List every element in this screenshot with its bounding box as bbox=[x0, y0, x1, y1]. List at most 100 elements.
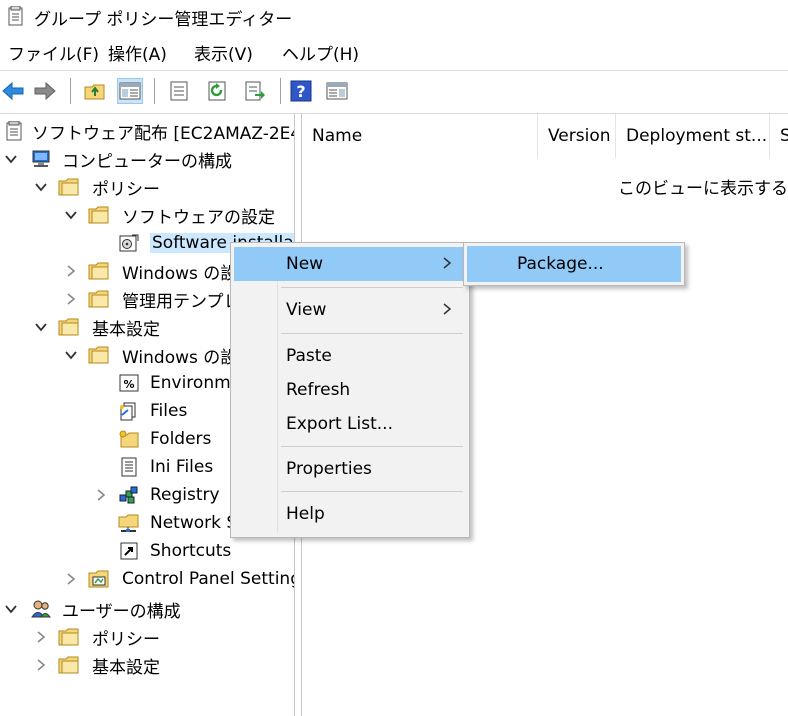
users-icon bbox=[31, 600, 51, 618]
title-bar: グループ ポリシー管理エディター bbox=[0, 0, 788, 34]
chevron-down-icon[interactable] bbox=[4, 602, 18, 616]
ini-files-icon bbox=[121, 457, 137, 477]
menu-item-label: View bbox=[286, 300, 327, 320]
folder-icon bbox=[58, 656, 79, 674]
toolbar-separator bbox=[154, 78, 155, 104]
menu-bar: ファイル(F) 操作(A) 表示(V) ヘルプ(H) bbox=[0, 36, 788, 66]
menu-item-properties[interactable]: Properties bbox=[234, 452, 466, 486]
menu-separator bbox=[281, 446, 463, 447]
refresh-button[interactable] bbox=[204, 78, 230, 104]
toolbar-separator bbox=[280, 78, 281, 104]
submenu-new: Package... bbox=[463, 242, 685, 286]
menu-separator bbox=[281, 333, 463, 334]
tree-node-user-preferences[interactable]: 基本設定 bbox=[0, 652, 294, 678]
folder-icon bbox=[58, 178, 79, 196]
tree-label: Ini Files bbox=[150, 457, 214, 477]
menu-item-label: New bbox=[286, 254, 324, 274]
action-pane-icon bbox=[326, 82, 348, 100]
chevron-down-icon[interactable] bbox=[64, 348, 78, 362]
help-button[interactable]: ? bbox=[288, 78, 314, 104]
tree-node-computer-config[interactable]: コンピューターの構成 bbox=[0, 146, 294, 172]
menu-item-refresh[interactable]: Refresh bbox=[234, 373, 466, 407]
forward-button[interactable] bbox=[32, 78, 58, 104]
menu-help[interactable]: ヘルプ(H) bbox=[282, 40, 359, 65]
chevron-right-icon[interactable] bbox=[34, 630, 48, 644]
column-header-version[interactable]: Version bbox=[538, 114, 616, 158]
tree-label: コンピューターの構成 bbox=[62, 151, 232, 172]
menu-separator bbox=[281, 491, 463, 492]
properties-button[interactable] bbox=[166, 78, 192, 104]
control-panel-icon bbox=[88, 570, 109, 588]
environment-icon: % bbox=[119, 374, 139, 392]
chevron-right-icon[interactable] bbox=[64, 292, 78, 306]
tree-label: ポリシー bbox=[92, 629, 160, 650]
properties-icon bbox=[170, 81, 188, 101]
folder-icon bbox=[58, 318, 79, 336]
chevron-right-icon[interactable] bbox=[64, 572, 78, 586]
tree-label: 基本設定 bbox=[92, 319, 160, 340]
menu-item-label: Package... bbox=[517, 254, 604, 274]
network-shares-icon bbox=[118, 514, 139, 532]
menu-item-view[interactable]: View bbox=[234, 293, 466, 327]
folder-icon bbox=[88, 346, 109, 364]
export-list-icon bbox=[245, 81, 265, 101]
help-icon: ? bbox=[290, 80, 312, 102]
show-hide-tree-button[interactable] bbox=[117, 78, 143, 104]
tree-label: ソフトウェアの設定 bbox=[122, 207, 275, 228]
up-folder-button[interactable] bbox=[82, 78, 108, 104]
menu-separator bbox=[281, 287, 463, 288]
tree-node-software-settings[interactable]: ソフトウェアの設定 bbox=[0, 202, 294, 228]
tree-label: Files bbox=[150, 401, 188, 421]
chevron-right-icon[interactable] bbox=[34, 658, 48, 672]
computer-icon bbox=[32, 150, 50, 167]
tree-node-user-config[interactable]: ユーザーの構成 bbox=[0, 596, 294, 622]
menu-item-package[interactable]: Package... bbox=[467, 246, 681, 282]
tree-label: Control Panel Settings bbox=[122, 569, 294, 589]
menu-item-label: Properties bbox=[286, 459, 372, 479]
action-pane-button[interactable] bbox=[324, 78, 350, 104]
tree-node-control-panel[interactable]: Control Panel Settings bbox=[0, 566, 294, 592]
chevron-down-icon[interactable] bbox=[34, 180, 48, 194]
tree-label: Shortcuts bbox=[150, 541, 232, 561]
menu-item-label: Paste bbox=[286, 346, 332, 366]
chevron-right-icon[interactable] bbox=[64, 264, 78, 278]
tree-label: ソフトウェア配布 [EC2AMAZ-2E4S0 bbox=[32, 123, 294, 144]
software-installation-icon bbox=[119, 234, 139, 252]
menu-item-label: Help bbox=[286, 504, 325, 524]
tree-node-root[interactable]: ソフトウェア配布 [EC2AMAZ-2E4S0 bbox=[0, 118, 294, 144]
menu-view[interactable]: 表示(V) bbox=[194, 40, 253, 65]
folder-icon bbox=[88, 290, 109, 308]
menu-file[interactable]: ファイル(F) bbox=[8, 40, 99, 65]
menu-action[interactable]: 操作(A) bbox=[108, 40, 167, 65]
chevron-down-icon[interactable] bbox=[64, 208, 78, 222]
folder-icon bbox=[58, 628, 79, 646]
context-menu: New View Paste Refresh Export List... Pr… bbox=[230, 242, 470, 538]
chevron-down-icon[interactable] bbox=[4, 152, 18, 166]
files-icon bbox=[120, 402, 136, 421]
svg-text:%: % bbox=[123, 378, 134, 391]
toolbar-separator bbox=[70, 78, 71, 104]
menu-item-paste[interactable]: Paste bbox=[234, 339, 466, 373]
menu-item-help[interactable]: Help bbox=[234, 497, 466, 531]
tree-node-shortcuts[interactable]: Shortcuts bbox=[0, 538, 294, 564]
menu-item-label: Refresh bbox=[286, 380, 351, 400]
menu-item-new[interactable]: New bbox=[234, 247, 466, 281]
tree-label: 基本設定 bbox=[92, 657, 160, 678]
chevron-right-icon[interactable] bbox=[94, 488, 108, 502]
chevron-right-icon bbox=[443, 303, 452, 315]
back-icon bbox=[2, 81, 24, 101]
menu-item-export-list[interactable]: Export List... bbox=[234, 407, 466, 441]
export-list-button[interactable] bbox=[242, 78, 268, 104]
back-button[interactable] bbox=[0, 78, 26, 104]
chevron-right-icon bbox=[443, 257, 452, 269]
folders-icon bbox=[119, 430, 139, 448]
column-header-name[interactable]: Name bbox=[302, 114, 538, 158]
column-header-source[interactable]: S bbox=[770, 114, 788, 158]
column-header-deployment-state[interactable]: Deployment st... bbox=[616, 114, 770, 158]
up-folder-icon bbox=[84, 84, 105, 100]
chevron-down-icon[interactable] bbox=[34, 320, 48, 334]
policy-document-icon bbox=[6, 121, 22, 141]
tree-node-policy[interactable]: ポリシー bbox=[0, 174, 294, 200]
tree-node-user-policy[interactable]: ポリシー bbox=[0, 624, 294, 650]
svg-text:?: ? bbox=[296, 82, 305, 101]
